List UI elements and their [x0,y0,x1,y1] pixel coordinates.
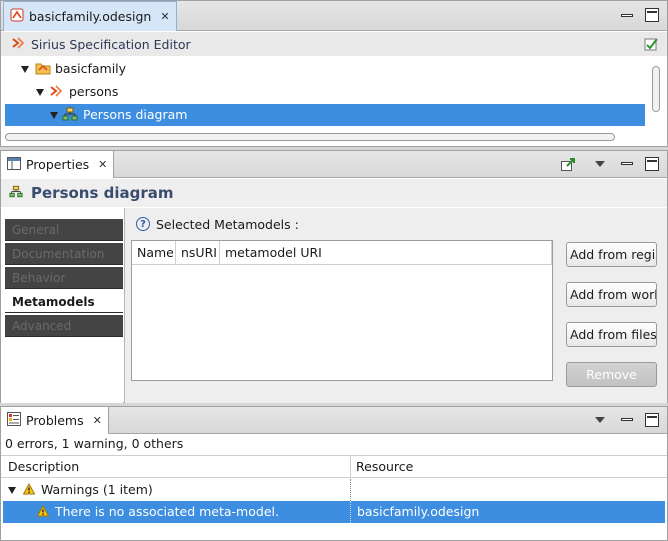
folder-icon [35,61,51,78]
side-tab-advanced[interactable]: Advanced [5,315,123,337]
tree-item-label: persons [69,84,119,99]
column-divider [350,501,351,523]
view-menu-icon[interactable] [595,417,605,423]
properties-tab-label: Properties [26,157,90,172]
warning-icon [22,482,36,498]
side-tab-metamodels[interactable]: Metamodels [5,291,123,313]
problems-summary: 0 errors, 1 warning, 0 others [5,436,184,451]
column-header-resource[interactable]: Resource [351,456,667,477]
horizontal-scrollbar[interactable] [5,132,615,142]
tree-item-label: Persons diagram [83,107,188,122]
column-header-name[interactable]: Name [132,241,176,264]
pin-icon[interactable] [561,158,576,175]
column-header-nsuri[interactable]: nsURI [176,241,220,264]
view-menu-icon[interactable] [595,161,605,167]
problems-pane: Problems ✕ 0 errors, 1 warning, 0 others… [0,406,668,541]
add-from-filesystem-button[interactable]: Add from filesystem [566,322,657,347]
properties-icon [7,156,21,173]
expand-arrow-icon[interactable] [21,66,29,73]
viewpoint-icon [49,84,63,101]
validate-icon[interactable] [644,37,658,54]
expand-arrow-icon[interactable] [50,112,58,119]
maximize-button[interactable] [645,8,659,22]
minimize-button[interactable] [621,14,633,17]
table-header: Name nsURI metamodel URI [132,241,552,265]
vertical-scrollbar[interactable] [650,58,662,128]
selected-metamodels-label: Selected Metamodels : [156,217,299,232]
editor-tab-label: basicfamily.odesign [29,9,152,24]
tree-item-label: basicfamily [55,61,127,76]
tab-basicfamily-odesign[interactable]: basicfamily.odesign ✕ [3,1,177,31]
problems-table-header: Description Resource [1,455,667,478]
expand-arrow-icon[interactable] [8,487,16,494]
diagram-icon [62,107,78,124]
editor-header: Sirius Specification Editor [1,32,667,56]
scrollbar-thumb[interactable] [652,66,660,112]
problem-resource: basicfamily.odesign [357,504,480,519]
minimize-button[interactable] [621,418,633,421]
expand-arrow-icon[interactable] [36,89,44,96]
problem-description: There is no associated meta-model. [55,504,279,519]
maximize-button[interactable] [645,157,659,171]
properties-title-bar: Persons diagram [1,179,667,207]
diagram-icon [9,185,23,201]
warning-icon [36,504,50,520]
minimize-button[interactable] [621,162,633,165]
problems-tabbar: Problems ✕ [1,407,667,434]
close-icon[interactable]: ✕ [160,10,169,23]
editor-header-title: Sirius Specification Editor [31,36,191,52]
tab-properties[interactable]: Properties ✕ [1,151,115,178]
help-icon[interactable]: ? [136,217,150,231]
close-icon[interactable]: ✕ [93,414,102,427]
problem-row-selected[interactable]: There is no associated meta-model. basic… [3,501,665,523]
column-header-metamodel-uri[interactable]: metamodel URI [220,241,552,264]
editor-pane: basicfamily.odesign ✕ Sirius Specificati… [0,0,668,147]
tree-row[interactable]: basicfamily [5,58,645,80]
warnings-group-row[interactable]: Warnings (1 item) [1,479,667,501]
maximize-button[interactable] [645,413,659,427]
properties-tabbar: Properties ✕ [1,151,667,178]
warnings-group-label: Warnings (1 item) [41,482,153,497]
odesign-file-icon [10,8,24,25]
tab-problems[interactable]: Problems ✕ [1,407,109,434]
side-tab-documentation[interactable]: Documentation [5,243,123,265]
add-from-workspace-button[interactable]: Add from workspace [566,282,657,307]
column-header-description[interactable]: Description [3,456,351,477]
scrollbar-thumb[interactable] [5,133,615,141]
editor-tabbar: basicfamily.odesign ✕ [1,1,667,31]
properties-title: Persons diagram [31,184,174,202]
remove-button[interactable]: Remove [566,362,657,387]
add-from-registry-button[interactable]: Add from registry [566,242,657,267]
side-tab-behavior[interactable]: Behavior [5,267,123,289]
properties-pane: Properties ✕ Persons diagram General Doc… [0,150,668,403]
problems-tab-label: Problems [26,413,84,428]
sirius-logo-icon [11,36,25,53]
tree-row[interactable]: persons [5,81,645,103]
metamodels-table[interactable]: Name nsURI metamodel URI [131,240,553,381]
tree-row-selected[interactable]: Persons diagram [5,104,645,126]
column-divider [350,479,351,501]
problems-icon [7,412,21,429]
side-tab-general[interactable]: General [5,219,123,241]
close-icon[interactable]: ✕ [98,158,107,171]
